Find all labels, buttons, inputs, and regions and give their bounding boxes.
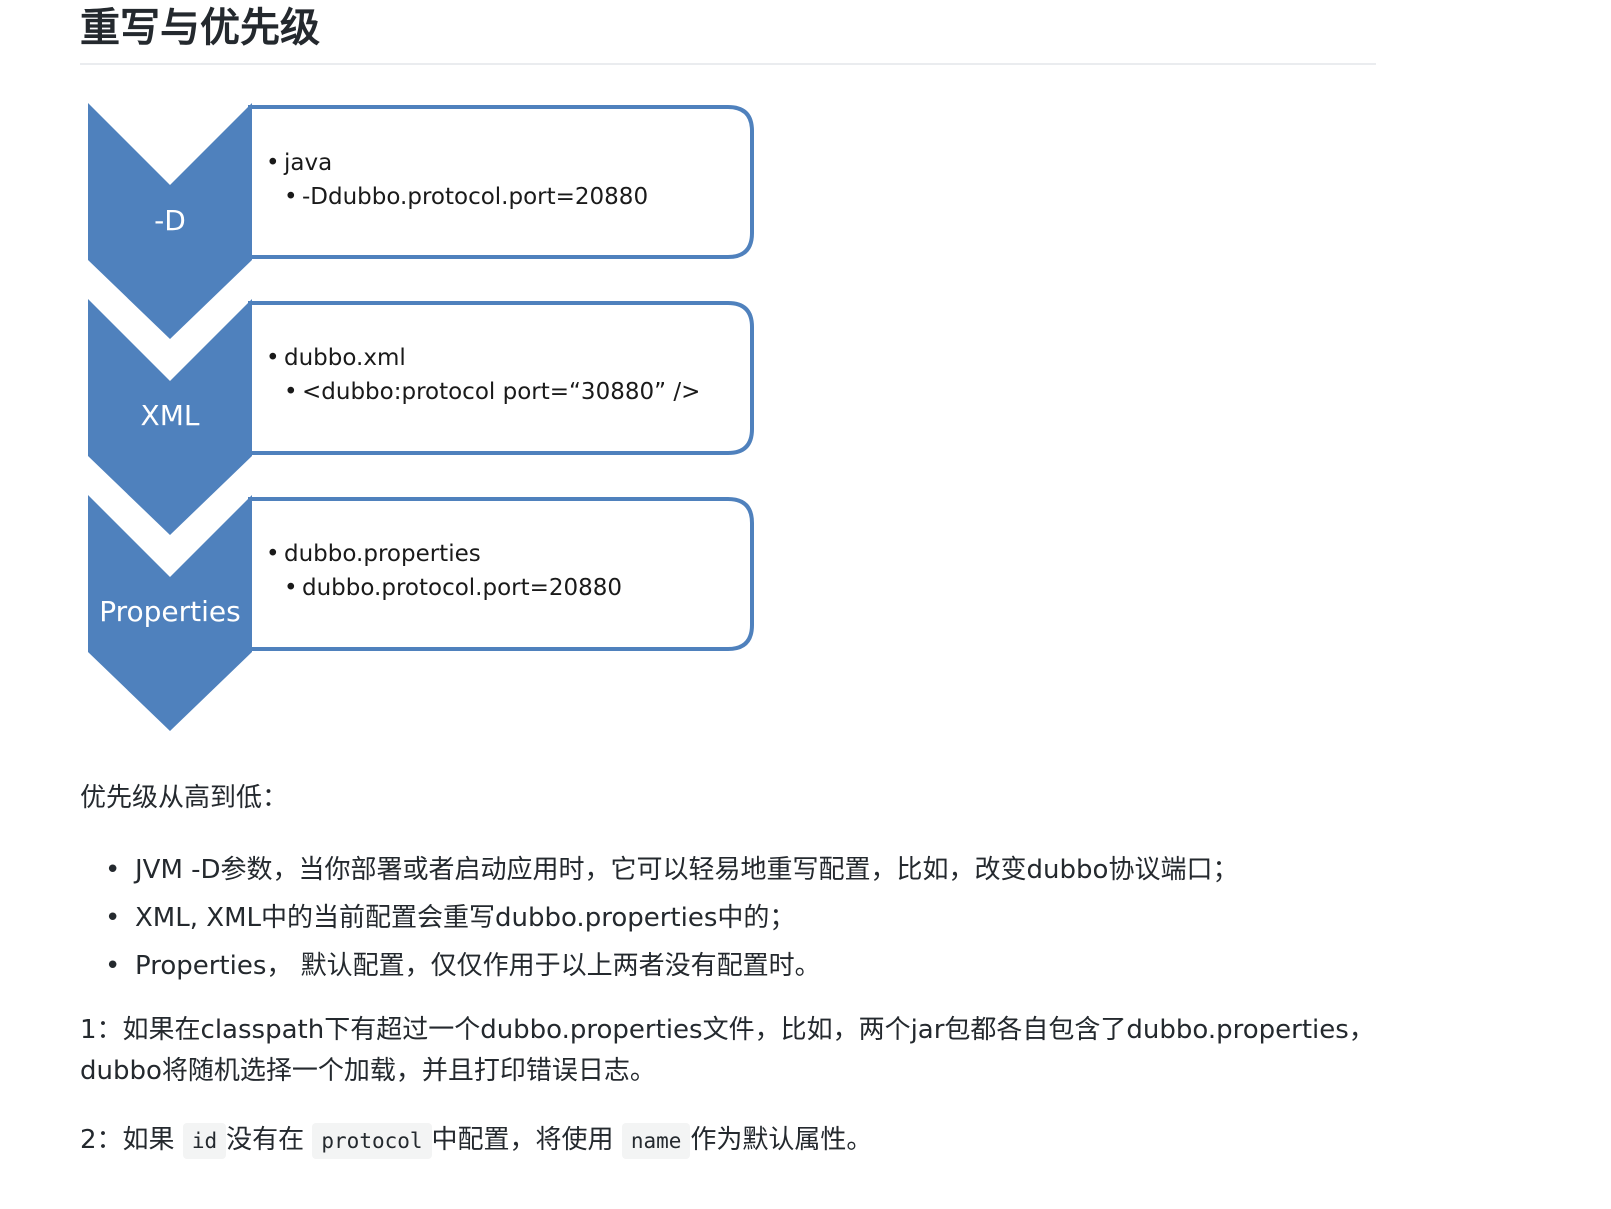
code-name: name [621,1123,691,1159]
list-item-text: Properties， 默认配置，仅仅作用于以上两者没有配置时。 [135,951,821,981]
level-item: dubbo.xml [266,341,700,375]
level-label-properties: Properties [99,595,241,628]
note-1-line-1: 1：如果在classpath下有超过一个dubbo.properties文件，比… [80,1015,1375,1045]
level-item: java [266,146,648,180]
note-2: 2：如果 id 没有在 protocol 中配置，将使用 name 作为默认属性。 [80,1120,872,1161]
level-text-xml: dubbo.xml <dubbo:protocol port=“30880” /… [266,341,700,409]
title-divider [80,63,1376,65]
level-sub-item: dubbo.protocol.port=20880 [266,571,622,605]
list-item-text: XML, XML中的当前配置会重写dubbo.properties中的； [135,903,796,933]
code-id: id [182,1123,227,1159]
level-item: dubbo.properties [266,537,622,571]
page-title: 重写与优先级 [80,5,320,51]
level-sub-item: -Ddubbo.protocol.port=20880 [266,180,648,214]
bullet-icon: • [105,855,121,885]
level-label-xml: XML [140,399,200,432]
priority-intro: 优先级从高到低： [80,783,289,813]
level-text-d: java -Ddubbo.protocol.port=20880 [266,146,648,214]
bullet-icon: • [105,903,121,933]
code-protocol: protocol [312,1123,432,1159]
note-1: 1：如果在classpath下有超过一个dubbo.properties文件，比… [80,1010,1375,1092]
note-2-prefix: 2：如果 [80,1125,175,1155]
list-item: • XML, XML中的当前配置会重写dubbo.properties中的； [105,894,1238,942]
note-2-mid-1: 没有在 [226,1125,305,1155]
note-2-mid-2: 中配置，将使用 [431,1125,614,1155]
level-text-properties: dubbo.properties dubbo.protocol.port=208… [266,537,622,605]
list-item-text: JVM -D参数，当你部署或者启动应用时，它可以轻易地重写配置，比如，改变dub… [135,855,1239,885]
priority-list: • JVM -D参数，当你部署或者启动应用时，它可以轻易地重写配置，比如，改变du… [105,846,1238,990]
bullet-icon: • [105,951,121,981]
note-1-line-2: dubbo将随机选择一个加载，并且打印错误日志。 [80,1056,656,1086]
level-label-d: -D [154,204,186,237]
priority-diagram: -D XML Properties java -Ddubbo.protocol.… [78,95,768,745]
note-2-suffix: 作为默认属性。 [690,1125,873,1155]
level-sub-item: <dubbo:protocol port=“30880” /> [266,375,700,409]
list-item: • Properties， 默认配置，仅仅作用于以上两者没有配置时。 [105,942,1238,990]
list-item: • JVM -D参数，当你部署或者启动应用时，它可以轻易地重写配置，比如，改变du… [105,846,1238,894]
